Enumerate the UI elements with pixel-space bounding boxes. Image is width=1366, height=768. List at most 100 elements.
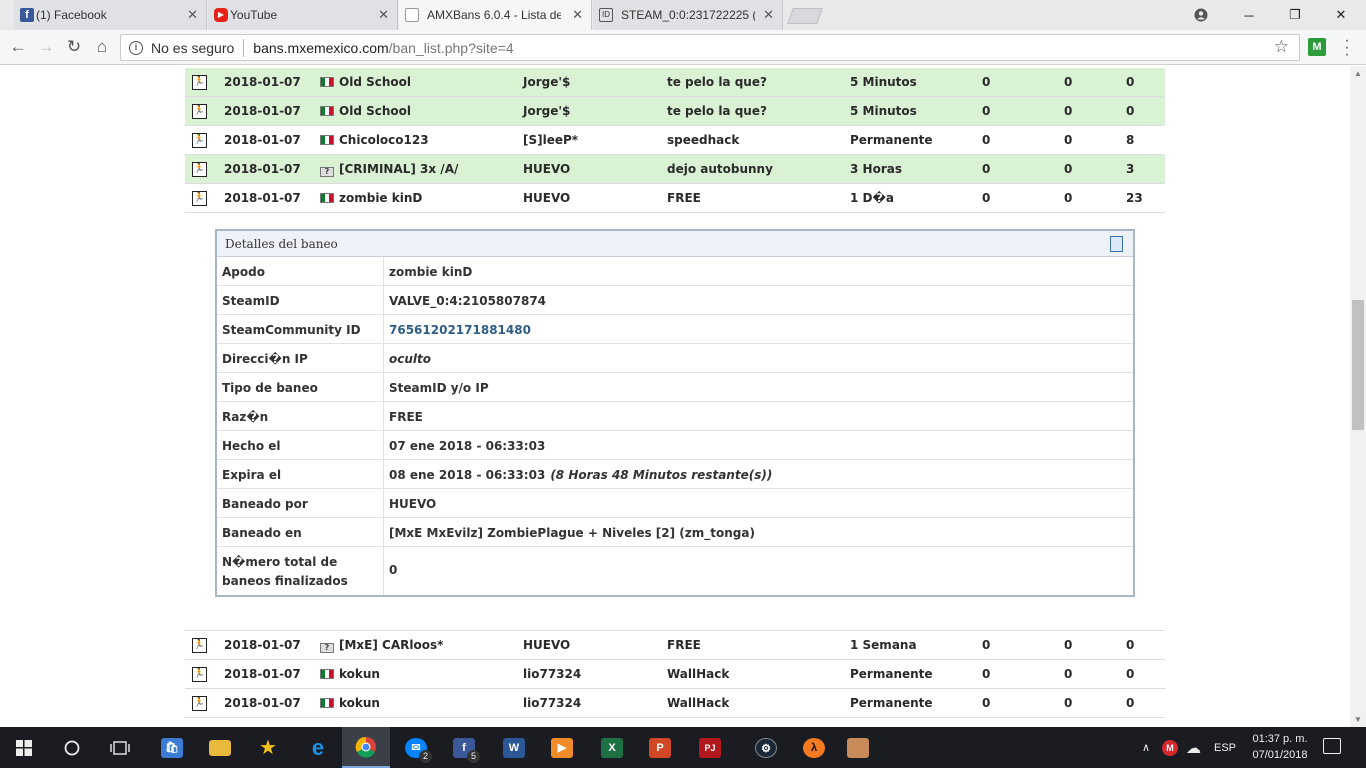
divider [383,315,384,343]
detail-value-text: HUEVO [389,497,437,511]
star-app-icon[interactable]: ★ [244,727,292,768]
ban-cell-admin: HUEVO [523,191,571,205]
bookmark-star-icon[interactable]: ☆ [1274,37,1289,57]
ban-row[interactable]: 🏃 2018-01-07? [MxE] CARloos* HUEVO FREE 1 Sem… [185,631,1165,660]
detail-row: Apodo zombie kinD [217,257,1133,286]
task-view-icon[interactable] [96,727,144,768]
project64-icon[interactable]: PJ [686,727,734,768]
close-icon[interactable]: ✕ [378,7,389,23]
reload-icon[interactable]: ↻ [62,36,86,58]
player-name: Old School [339,104,411,118]
profile-icon[interactable] [1178,0,1224,30]
tab-amxbans[interactable]: AMXBans 6.0.4 - Lista de ✕ [399,0,592,30]
ban-cell-reason: FREE [667,638,701,652]
notifications-icon[interactable] [1323,738,1341,754]
detail-value: SteamID y/o IP [389,381,489,395]
tab-steamid[interactable]: ID STEAM_0:0:231722225 (C ✕ [593,0,783,30]
restore-button[interactable]: ❐ [1272,0,1318,30]
address-bar[interactable]: i No es seguro bans.mxemexico.com /ban_l… [120,34,1300,61]
scroll-thumb[interactable] [1352,300,1364,430]
media-player-icon[interactable]: ▶ [538,727,586,768]
menu-dots-icon[interactable]: · · · [1342,33,1352,63]
mod-runner-icon: 🏃 [192,133,207,148]
detail-row: Expira el 08 ene 2018 - 06:33:03 (8 Horas … [217,460,1133,489]
page-scrollbar[interactable]: ▲ ▼ [1350,66,1366,727]
ban-cell-date: 2018-01-07 [224,133,301,147]
show-hidden-icons-chevron-icon[interactable]: ∧ [1138,727,1154,768]
chrome-icon[interactable] [342,727,390,768]
detail-value-text[interactable]: 76561202171881480 [389,323,531,337]
back-arrow-icon[interactable]: ← [6,36,30,58]
document-icon[interactable] [1110,236,1123,252]
half-life-icon[interactable]: λ [790,727,838,768]
detail-key: Baneado en [222,526,302,540]
ban-cell-date: 2018-01-07 [224,638,301,652]
detail-value-text: 08 ene 2018 - 06:33:03 [389,468,546,482]
extension-icon[interactable]: M [1308,38,1326,56]
mega-icon[interactable]: M [1162,727,1178,768]
detail-value: HUEVO [389,497,436,511]
home-icon[interactable]: ⌂ [90,36,114,58]
ban-row[interactable]: 🏃 2018-01-07? [CRIMINAL] 3x /A/HUEVO dejo a… [185,155,1165,184]
id-card-icon: ID [599,8,613,22]
close-window-button[interactable]: ✕ [1318,0,1364,30]
powerpoint-icon[interactable]: P [636,727,684,768]
excel-icon[interactable]: X [588,727,636,768]
steamcommunity-link[interactable]: 76561202171881480 [389,323,531,337]
store-icon[interactable]: 🛍 [148,727,196,768]
info-icon[interactable]: i [129,40,143,55]
ban-cell-length: Permanente [850,133,933,147]
windows-start-icon[interactable] [0,727,48,768]
detail-value-text: 0 [389,563,398,577]
taskbar-clock[interactable]: 01:37 p. m. 07/01/2018 [1248,731,1312,763]
onedrive-cloud-icon[interactable]: ☁ [1186,727,1201,768]
word-icon[interactable]: W [490,727,538,768]
ban-cell-player: kokun [320,667,380,681]
ban-row[interactable]: 🏃 2018-01-07 zombie kinD HUEVO FREE 1 D�a 0 0 23 [185,184,1165,213]
ban-cell-c1: 0 [982,75,991,89]
mexico-flag-icon [320,77,334,87]
steam-icon[interactable]: ⚙ [742,727,790,768]
ban-row[interactable]: 🏃 2018-01-07 Old School Jorge'$ te pelo la q… [185,97,1165,126]
divider [383,431,384,459]
detail-value: oculto [389,352,431,366]
file-explorer-icon[interactable] [196,727,244,768]
search-circle-icon[interactable] [48,727,96,768]
ban-cell-date: 2018-01-07 [224,104,301,118]
ban-row[interactable]: 🏃 2018-01-07 Old School Jorge'$ te pelo la q… [185,68,1165,97]
ban-cell-player: Old School [320,104,411,118]
minimize-button[interactable]: ─ [1226,0,1272,30]
ban-cell-reason: FREE [667,191,701,205]
new-tab-button[interactable] [787,8,823,24]
security-label[interactable]: No es seguro [151,40,234,56]
ban-cell-length: 3 Horas [850,162,902,176]
forward-arrow-icon[interactable]: → [34,36,58,58]
messenger-icon[interactable]: ✉ 2 [392,727,440,768]
tab-youtube[interactable]: ▶ YouTube ✕ [208,0,398,30]
close-icon[interactable]: ✕ [763,7,774,23]
ban-cell-c1: 0 [982,162,991,176]
ban-list-bottom: 🏃 2018-01-07? [MxE] CARloos* HUEVO FREE 1 Sem… [185,630,1165,718]
detail-value-text: oculto [389,352,431,366]
ban-row[interactable]: 🏃 2018-01-07 kokun lio77324 WallHack Permanen… [185,660,1165,689]
close-icon[interactable]: ✕ [187,7,198,23]
tab-label: AMXBans 6.0.4 - Lista de [427,8,561,22]
language-indicator[interactable]: ESP [1214,727,1236,768]
tab-facebook[interactable]: f (1) Facebook ✕ [14,0,207,30]
ban-row[interactable]: 🏃 2018-01-07 Chicoloco123 [S]leeP* speedhack… [185,126,1165,155]
game-character-icon[interactable] [834,727,882,768]
details-table: Apodo zombie kinD SteamID VALVE_0:4:2105807… [217,257,1133,595]
edge-icon[interactable]: e [294,727,342,768]
scroll-up-arrow-icon[interactable]: ▲ [1354,69,1362,78]
facebook-app-icon[interactable]: f 5 [440,727,488,768]
ban-cell-reason: te pelo la que? [667,75,767,89]
player-name: [CRIMINAL] 3x /A/ [339,162,459,176]
tab-label: YouTube [230,8,278,22]
url-host: bans.mxemexico.com [253,39,389,56]
close-icon[interactable]: ✕ [572,7,583,23]
details-header: Detalles del baneo [217,231,1133,257]
scroll-down-arrow-icon[interactable]: ▼ [1354,715,1362,724]
divider [383,402,384,430]
ban-row[interactable]: 🏃 2018-01-07 kokun lio77324 WallHack Permanen… [185,689,1165,718]
ban-cell-date: 2018-01-07 [224,75,301,89]
